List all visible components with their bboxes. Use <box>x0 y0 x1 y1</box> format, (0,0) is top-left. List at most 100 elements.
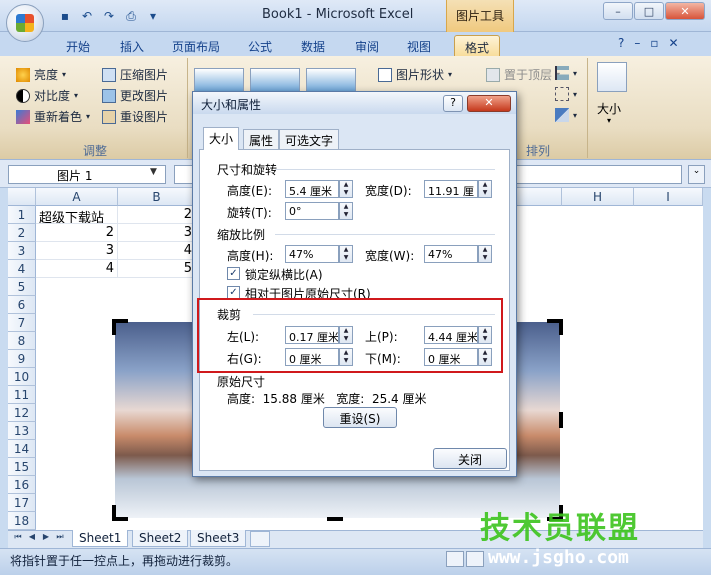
tab-data[interactable]: 数据 <box>291 35 335 56</box>
row-header[interactable]: 15 <box>8 458 36 476</box>
row-header[interactable]: 11 <box>8 386 36 404</box>
rotate-button[interactable]: ▾ <box>555 108 577 122</box>
row-header[interactable]: 12 <box>8 404 36 422</box>
recolor-button[interactable]: 重新着色 ▾ <box>16 108 90 125</box>
height-input[interactable]: 5.4 厘米 <box>285 180 339 198</box>
column-header[interactable]: I <box>634 188 703 206</box>
cell-B4[interactable]: 5 <box>118 260 196 278</box>
brightness-button[interactable]: 亮度 ▾ <box>16 66 66 83</box>
compress-pictures-button[interactable]: 压缩图片 <box>102 66 168 83</box>
chevron-down-icon[interactable]: ▼ <box>150 167 157 177</box>
print-preview-icon[interactable]: ⎙ <box>122 7 140 25</box>
rotate-input[interactable]: 0° <box>285 202 339 220</box>
office-button[interactable] <box>6 4 44 42</box>
select-all-corner[interactable] <box>8 188 36 206</box>
prev-sheet-icon[interactable]: ◀ <box>26 532 38 546</box>
contrast-button[interactable]: 对比度 ▾ <box>16 87 78 104</box>
width-spinner[interactable]: ▲ ▼ <box>478 180 492 198</box>
maximize-button[interactable]: □ <box>634 2 664 20</box>
ribbon-close-icon[interactable]: ✕ <box>669 36 679 50</box>
row-header[interactable]: 5 <box>8 278 36 296</box>
column-header[interactable]: H <box>562 188 634 206</box>
tab-insert[interactable]: 插入 <box>110 35 154 56</box>
sheet-tab-sheet1[interactable]: Sheet1 <box>72 530 129 547</box>
save-icon[interactable]: ▪ <box>56 7 74 25</box>
align-button[interactable]: ▾ <box>555 66 577 80</box>
row-header[interactable]: 2 <box>8 224 36 242</box>
row-header[interactable]: 10 <box>8 368 36 386</box>
row-header[interactable]: 9 <box>8 350 36 368</box>
next-sheet-icon[interactable]: ▶ <box>40 532 52 546</box>
row-header[interactable]: 6 <box>8 296 36 314</box>
row-header[interactable]: 4 <box>8 260 36 278</box>
sheet-tab-sheet2[interactable]: Sheet2 <box>132 530 189 547</box>
close-button[interactable]: 关闭 <box>433 448 507 469</box>
sheet-tab-sheet3[interactable]: Sheet3 <box>190 530 247 547</box>
scale-height-input[interactable]: 47% <box>285 245 339 263</box>
tab-size[interactable]: 大小 <box>203 127 240 150</box>
column-header[interactable]: B <box>118 188 196 206</box>
width-input[interactable]: 11.91 厘 <box>424 180 478 198</box>
crop-handle[interactable] <box>327 517 343 521</box>
expand-formula-bar-button[interactable]: ⌄ <box>688 165 705 184</box>
column-header[interactable]: A <box>36 188 118 206</box>
group-button[interactable]: ▾ <box>555 87 577 101</box>
rotate-spinner[interactable]: ▲ ▼ <box>339 202 353 220</box>
cell-A3[interactable]: 3 <box>36 242 118 260</box>
reset-button[interactable]: 重设(S) <box>323 407 397 428</box>
crop-handle[interactable] <box>112 505 116 521</box>
ribbon-minimize-icon[interactable]: – <box>634 36 640 50</box>
customize-qat-icon[interactable]: ▾ <box>144 7 162 25</box>
tab-page-layout[interactable]: 页面布局 <box>162 35 230 56</box>
size-button-label[interactable]: 大小 <box>597 100 621 117</box>
reset-picture-button[interactable]: 重设图片 <box>102 108 168 125</box>
row-header[interactable]: 18 <box>8 512 36 530</box>
tab-properties[interactable]: 属性 <box>243 129 280 149</box>
bring-to-front-button[interactable]: 置于顶层▾ <box>486 66 560 83</box>
tab-review[interactable]: 审阅 <box>345 35 389 56</box>
size-icon[interactable] <box>597 62 627 92</box>
crop-handle[interactable] <box>559 319 563 335</box>
row-header[interactable]: 7 <box>8 314 36 332</box>
cell-A4[interactable]: 4 <box>36 260 118 278</box>
tab-format[interactable]: 格式 <box>454 35 501 56</box>
ribbon-restore-icon[interactable]: ▫ <box>650 36 658 50</box>
picture-shape-button[interactable]: 图片形状 ▾ <box>378 66 452 83</box>
row-header[interactable]: 16 <box>8 476 36 494</box>
row-header[interactable]: 17 <box>8 494 36 512</box>
tab-alt-text[interactable]: 可选文字 <box>279 129 340 149</box>
scale-width-input[interactable]: 47% <box>424 245 478 263</box>
tab-formulas[interactable]: 公式 <box>238 35 282 56</box>
cell-B2[interactable]: 3 <box>118 224 196 242</box>
insert-sheet-icon[interactable] <box>250 531 270 547</box>
scale-height-spinner[interactable]: ▲ ▼ <box>339 245 353 263</box>
scale-width-spinner[interactable]: ▲ ▼ <box>478 245 492 263</box>
row-header[interactable]: 3 <box>8 242 36 260</box>
crop-handle[interactable] <box>112 319 116 335</box>
minimize-button[interactable]: – <box>603 2 633 20</box>
row-header[interactable]: 14 <box>8 440 36 458</box>
dialog-close-x-button[interactable]: ✕ <box>467 95 511 112</box>
normal-view-icon[interactable] <box>446 551 464 567</box>
undo-icon[interactable]: ↶ <box>78 7 96 25</box>
redo-icon[interactable]: ↷ <box>100 7 118 25</box>
change-picture-button[interactable]: 更改图片 <box>102 87 168 104</box>
height-spinner[interactable]: ▲ ▼ <box>339 180 353 198</box>
row-header[interactable]: 13 <box>8 422 36 440</box>
tab-view[interactable]: 视图 <box>397 35 441 56</box>
row-header[interactable]: 1 <box>8 206 36 224</box>
lock-aspect-checkbox[interactable]: ✓ <box>227 267 240 280</box>
cell-B3[interactable]: 4 <box>118 242 196 260</box>
tab-home[interactable]: 开始 <box>56 35 100 56</box>
first-sheet-icon[interactable]: ⏮ <box>12 532 24 546</box>
close-window-button[interactable]: ✕ <box>665 2 705 20</box>
last-sheet-icon[interactable]: ⏭ <box>54 532 66 546</box>
cell-B1[interactable]: 2 <box>118 206 196 224</box>
row-header[interactable]: 8 <box>8 332 36 350</box>
page-layout-view-icon[interactable] <box>466 551 484 567</box>
crop-handle[interactable] <box>559 412 563 428</box>
cell-A1[interactable]: 超级下载站 <box>36 206 118 224</box>
dialog-help-button[interactable]: ? <box>443 95 463 112</box>
name-box[interactable]: 图片 1 <box>8 165 166 184</box>
help-icon[interactable]: ? <box>618 36 624 50</box>
